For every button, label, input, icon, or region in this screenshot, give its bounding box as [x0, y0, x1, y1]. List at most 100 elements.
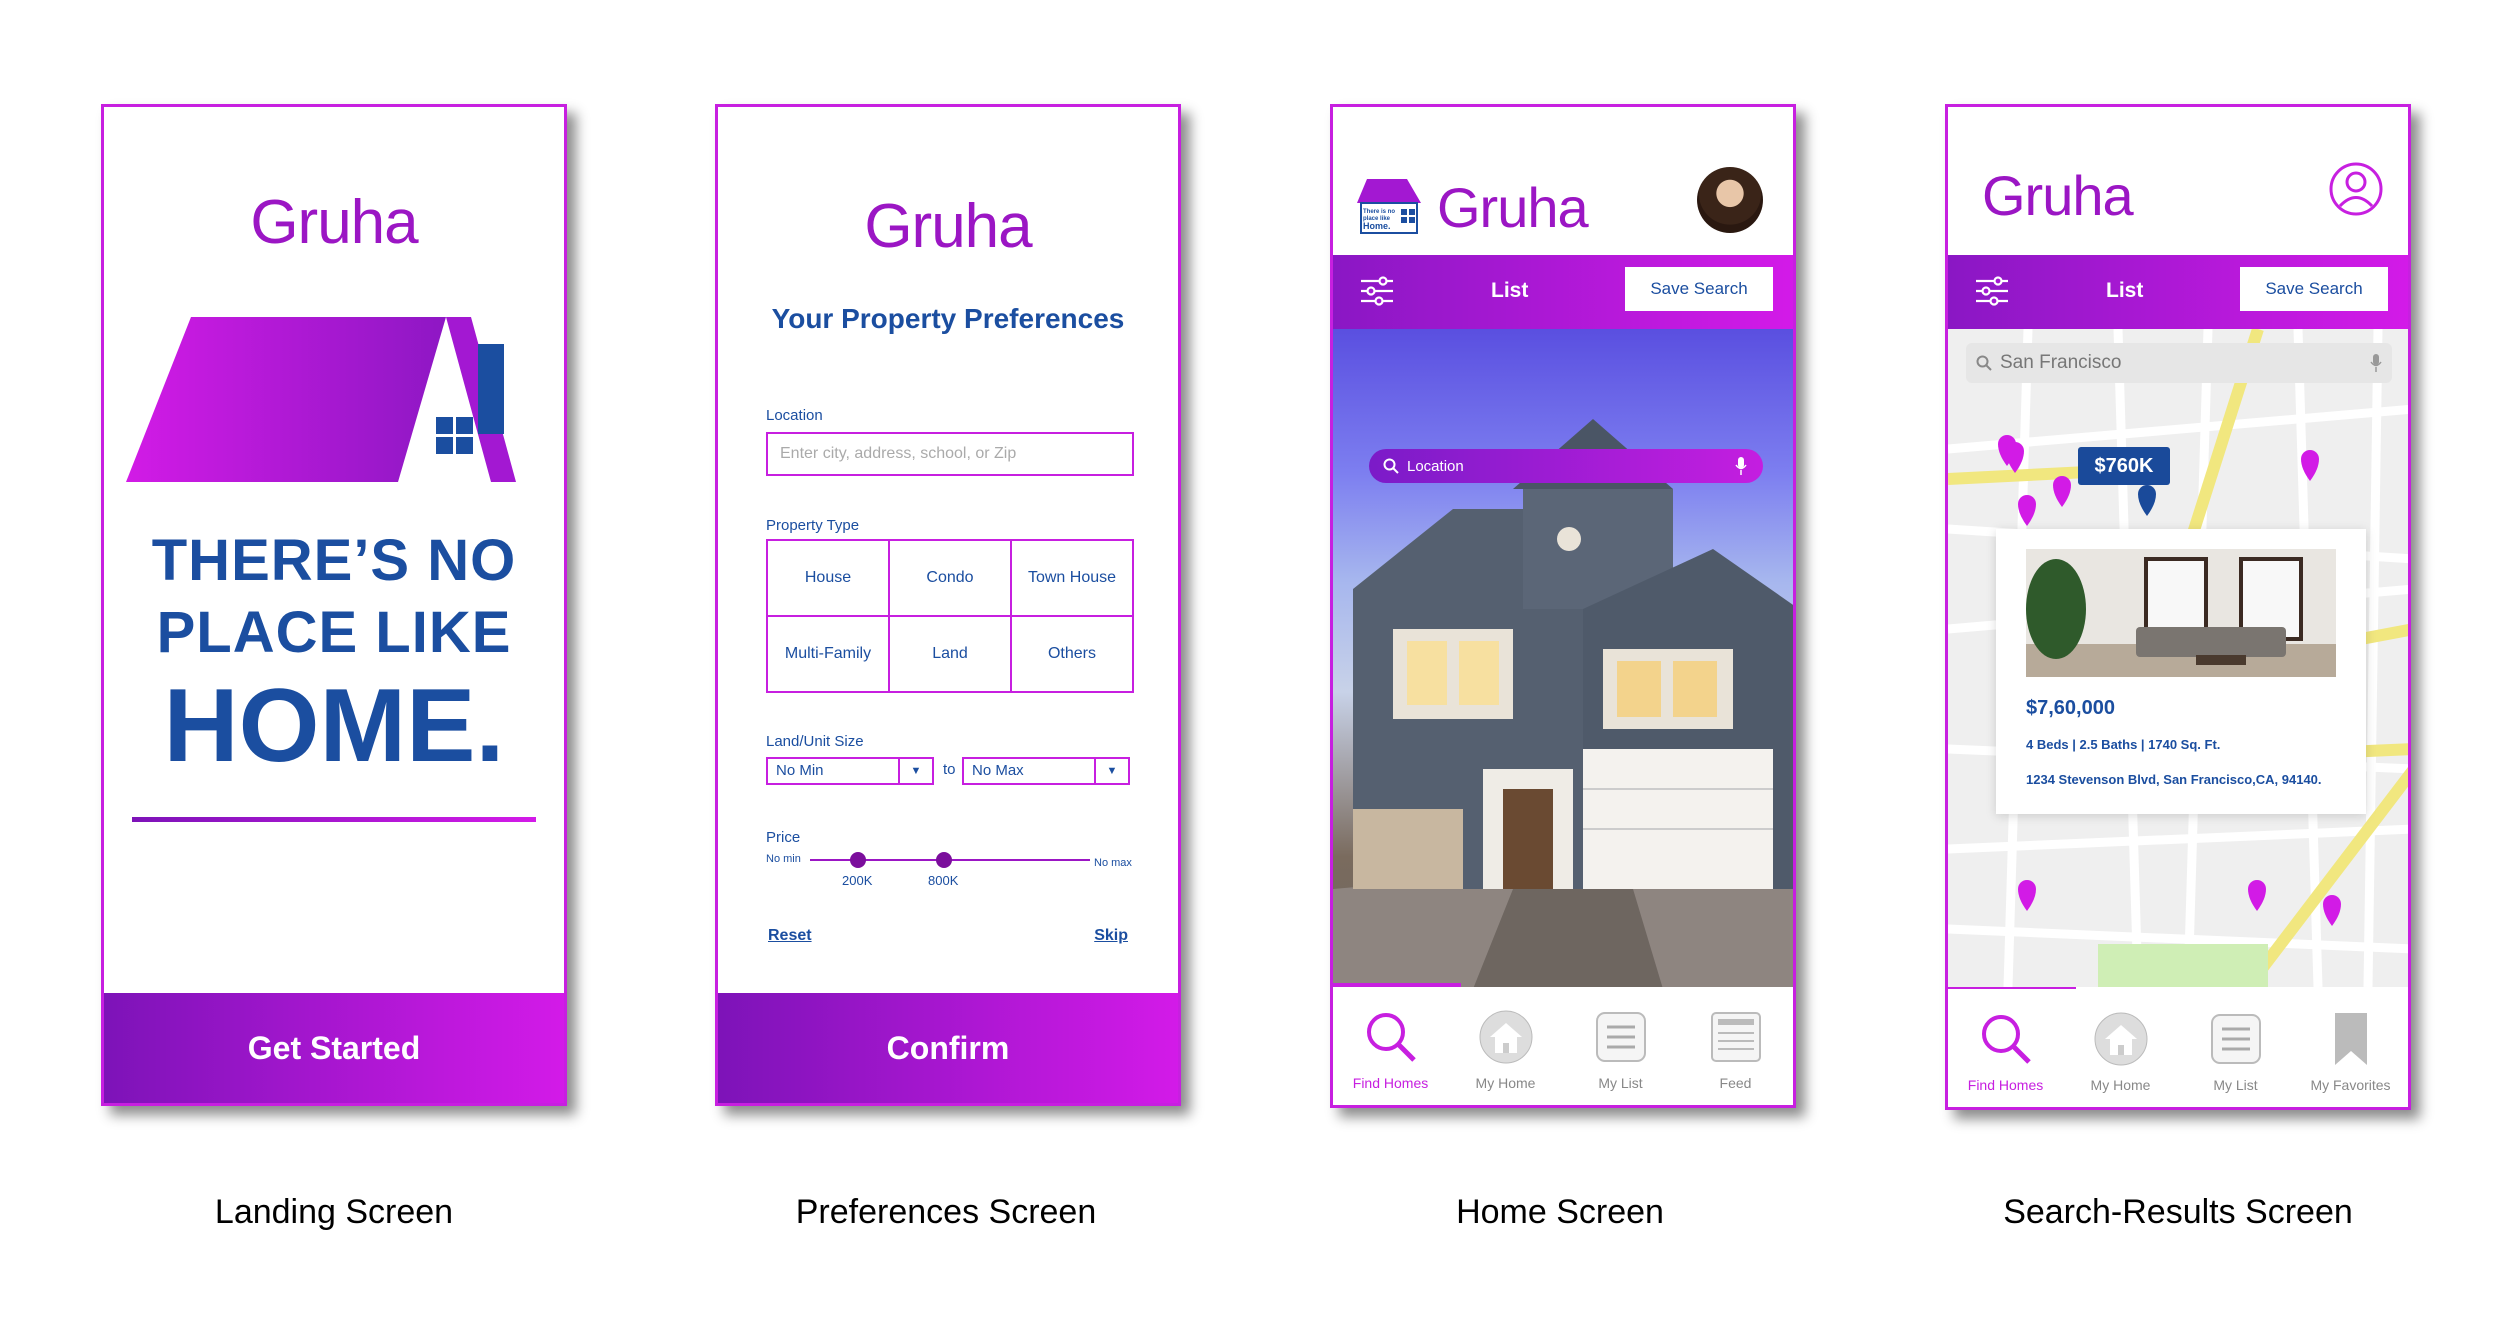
tab-feed[interactable]: Feed	[1678, 987, 1793, 1105]
list-icon	[2210, 1014, 2261, 1064]
bookmark-icon	[2334, 1013, 2367, 1065]
location-label: Location	[766, 407, 823, 424]
brand-logo-text: Gruha	[864, 192, 1032, 261]
search-icon	[1981, 1015, 2031, 1064]
tab-label: My Favorites	[2310, 1077, 2391, 1093]
size-to-label: to	[943, 761, 956, 778]
svg-text:There is no: There is no	[1363, 209, 1395, 215]
property-type-others[interactable]: Others	[1011, 616, 1133, 692]
map-search-value: San Francisco	[2000, 352, 2122, 373]
tab-find-homes[interactable]: Find Homes	[1333, 987, 1448, 1105]
save-search-button[interactable]: Save Search	[1625, 267, 1773, 311]
tab-my-list[interactable]: My List	[1563, 987, 1678, 1105]
listing-price: $7,60,000	[2026, 697, 2115, 719]
size-label: Land/Unit Size	[766, 733, 864, 750]
price-slider-min-handle[interactable]	[850, 852, 866, 868]
page-title: Your Property Preferences	[771, 303, 1125, 334]
preferences-caption: Preferences Screen	[795, 1193, 1097, 1231]
tab-label: My List	[1598, 1075, 1643, 1091]
home-screen: There is no place like Home. Gruha List …	[1330, 104, 1796, 1108]
filter-icon[interactable]	[1359, 273, 1395, 309]
tab-label: Find Homes	[1352, 1075, 1429, 1091]
map-search-input[interactable]: San Francisco	[1966, 343, 2392, 383]
listing-details: 4 Beds | 2.5 Baths | 1740 Sq. Ft.	[2026, 737, 2221, 752]
avatar[interactable]	[1697, 167, 1763, 233]
reset-link[interactable]: Reset	[768, 927, 812, 945]
user-icon[interactable]	[2328, 161, 2384, 217]
bottom-tab-bar: Find Homes My Home My List Feed	[1333, 987, 1793, 1105]
living-room-illustration	[2026, 549, 2336, 677]
microphone-icon[interactable]	[1735, 456, 1747, 476]
filter-icon[interactable]	[1974, 273, 2010, 309]
property-type-house[interactable]: House	[767, 540, 889, 616]
listing-address: 1234 Stevenson Blvd, San Francisco,CA, 9…	[2026, 772, 2322, 787]
tab-my-list[interactable]: My List	[2178, 989, 2293, 1107]
property-type-multi-family[interactable]: Multi-Family	[767, 616, 889, 692]
tab-label: Find Homes	[1967, 1077, 2044, 1093]
property-type-grid: House Condo Town House Multi-Family Land…	[766, 539, 1134, 693]
price-label: Price	[766, 829, 801, 846]
tab-my-home[interactable]: My Home	[2063, 989, 2178, 1107]
search-results-screen: Gruha List Save Search San Francisco $76…	[1945, 104, 2411, 1110]
property-type-town-house[interactable]: Town House	[1011, 540, 1133, 616]
landing-caption: Landing Screen	[214, 1193, 454, 1231]
chevron-down-icon: ▼	[898, 759, 932, 783]
price-slider-max-handle[interactable]	[936, 852, 952, 868]
property-type-land[interactable]: Land	[889, 616, 1011, 692]
size-max-select[interactable]: No Max ▼	[962, 757, 1130, 785]
microphone-icon[interactable]	[2370, 353, 2382, 373]
chevron-down-icon: ▼	[1094, 759, 1128, 783]
hero-house-image: Location	[1333, 329, 1793, 989]
brand-logo-text: Gruha	[1437, 176, 1589, 239]
size-min-value: No Min	[776, 762, 824, 779]
get-started-button[interactable]: Get Started	[104, 993, 564, 1103]
location-search-placeholder: Location	[1407, 457, 1464, 475]
location-input[interactable]	[766, 432, 1134, 476]
tab-label: Feed	[1719, 1075, 1752, 1091]
listing-photo	[2026, 549, 2336, 677]
brand-logo-text: Gruha	[250, 188, 418, 257]
tab-label: My Home	[1475, 1075, 1536, 1091]
slogan-line-1: THERE’S NO	[151, 528, 517, 593]
feed-icon	[1710, 1012, 1761, 1062]
confirm-button[interactable]: Confirm	[718, 993, 1178, 1103]
selected-price-marker[interactable]: $760K	[2078, 447, 2170, 485]
house-roof-icon	[126, 317, 516, 482]
price-no-min: No min	[766, 853, 801, 865]
list-icon	[1595, 1012, 1646, 1062]
tab-my-favorites[interactable]: My Favorites	[2293, 989, 2408, 1107]
divider	[132, 817, 536, 822]
property-type-label: Property Type	[766, 517, 860, 534]
size-min-select[interactable]: No Min ▼	[766, 757, 934, 785]
tab-label: My List	[2213, 1077, 2258, 1093]
tab-label: My Home	[2090, 1077, 2151, 1093]
listing-card[interactable]: $7,60,000 4 Beds | 2.5 Baths | 1740 Sq. …	[1996, 529, 2366, 814]
save-search-button[interactable]: Save Search	[2240, 267, 2388, 311]
landing-screen: Gruha THERE’S NO PLACE LIKE HOME. Get St…	[101, 104, 567, 1106]
price-high-value: 800K	[928, 873, 959, 888]
list-toggle[interactable]: List	[1491, 279, 1528, 303]
size-max-value: No Max	[972, 762, 1024, 779]
list-toggle[interactable]: List	[2106, 279, 2143, 303]
price-no-max: No max	[1094, 857, 1132, 869]
home-icon	[2094, 1012, 2147, 1066]
search-icon	[1976, 355, 1992, 371]
tab-find-homes[interactable]: Find Homes	[1948, 989, 2063, 1107]
price-low-value: 200K	[842, 873, 873, 888]
home-icon	[1479, 1010, 1532, 1064]
search-icon	[1366, 1013, 1416, 1062]
results-map[interactable]: San Francisco $760K $7,60,000 4 Beds | 2…	[1948, 329, 2408, 987]
toolbar: List Save Search	[1948, 255, 2408, 329]
search-results-caption: Search-Results Screen	[2003, 1193, 2353, 1231]
bottom-tab-bar: Find Homes My Home My List My Favorites	[1948, 989, 2408, 1107]
skip-link[interactable]: Skip	[1094, 927, 1128, 945]
tab-my-home[interactable]: My Home	[1448, 987, 1563, 1105]
logo-house-icon: There is no place like Home.	[1357, 179, 1421, 234]
svg-text:Home.: Home.	[1363, 221, 1391, 231]
slogan-line-2: PLACE LIKE	[156, 600, 512, 665]
location-search-input[interactable]: Location	[1369, 449, 1763, 483]
preferences-screen: Gruha Your Property Preferences Location…	[715, 104, 1181, 1106]
home-caption: Home Screen	[1456, 1193, 1664, 1231]
property-type-condo[interactable]: Condo	[889, 540, 1011, 616]
toolbar: List Save Search	[1333, 255, 1793, 329]
